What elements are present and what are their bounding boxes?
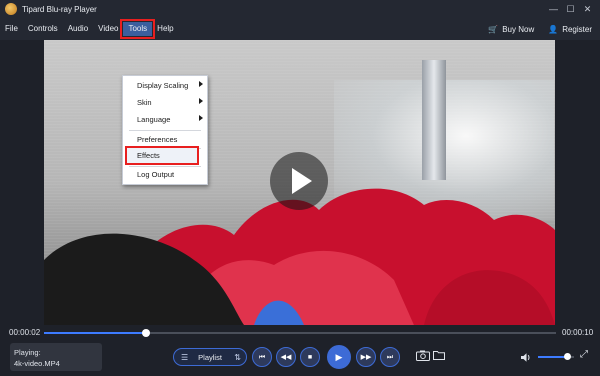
- menu-skin[interactable]: Skin: [123, 94, 207, 111]
- submenu-arrow-icon: [199, 81, 203, 87]
- menu-controls[interactable]: Controls: [23, 22, 63, 36]
- menu-preferences[interactable]: Preferences: [123, 131, 207, 148]
- submenu-arrow-icon: [199, 98, 203, 104]
- open-folder-icon[interactable]: [433, 350, 445, 360]
- center-play-icon: [292, 168, 312, 194]
- volume-slider-handle[interactable]: [564, 353, 572, 360]
- stop-icon: ■: [307, 353, 313, 361]
- user-icon: 👤: [548, 24, 559, 34]
- minimize-icon[interactable]: —: [545, 0, 562, 18]
- play-button[interactable]: ▶: [327, 345, 351, 369]
- buy-now-link[interactable]: 🛒 Buy Now: [488, 25, 534, 34]
- video-area[interactable]: Display Scaling Skin Language Preference…: [0, 40, 600, 325]
- boat-mast: [422, 60, 446, 180]
- register-link[interactable]: 👤 Register: [548, 25, 592, 34]
- account-menu: 🛒 Buy Now 👤 Register: [474, 18, 592, 40]
- seek-bar-row: 00:00:02 00:00:10: [0, 325, 600, 341]
- title-bar: Tipard Blu-ray Player — ☐ ✕: [0, 0, 600, 18]
- playlist-button[interactable]: ☰ Playlist ⇅: [173, 348, 247, 366]
- menu-skin-label: Skin: [137, 98, 152, 107]
- menu-display-scaling[interactable]: Display Scaling: [123, 77, 207, 94]
- now-playing-label: Playing:: [14, 348, 41, 357]
- sort-list-icon: ⇅: [234, 352, 241, 362]
- menu-language-label: Language: [137, 115, 171, 124]
- playlist-label: Playlist: [198, 352, 222, 362]
- stop-button[interactable]: ■: [300, 347, 320, 367]
- current-time: 00:00:02: [9, 328, 41, 337]
- control-bar: Playing: 4k-video.MP4 ☰ Playlist ⇅ ⏮ ◀◀ …: [0, 341, 600, 376]
- menu-file[interactable]: File: [0, 22, 23, 36]
- volume-slider[interactable]: [538, 353, 574, 360]
- register-label: Register: [562, 24, 592, 34]
- list-icon: ☰: [181, 352, 189, 362]
- menu-help[interactable]: Help: [152, 22, 178, 36]
- menu-effects-label: Effects: [137, 151, 160, 160]
- menu-tools[interactable]: Tools: [120, 19, 156, 39]
- cart-icon: 🛒: [488, 24, 499, 34]
- volume-icon[interactable]: [520, 350, 532, 368]
- next-button[interactable]: ⏭: [380, 347, 400, 367]
- now-playing-file: 4k-video.MP4: [14, 359, 60, 368]
- fullscreen-icon[interactable]: ⤢: [580, 349, 588, 360]
- menu-log-output-label: Log Output: [137, 170, 175, 179]
- menu-effects[interactable]: Effects: [125, 146, 199, 165]
- seek-bar-fill: [44, 332, 147, 334]
- menu-display-scaling-label: Display Scaling: [137, 81, 189, 90]
- snapshot-icon[interactable]: [416, 350, 430, 361]
- fast-forward-button[interactable]: ▶▶: [356, 347, 376, 367]
- previous-icon: ⏮: [258, 353, 266, 361]
- menu-audio[interactable]: Audio: [63, 22, 93, 36]
- menu-preferences-label: Preferences: [137, 135, 178, 144]
- previous-button[interactable]: ⏮: [252, 347, 272, 367]
- menu-language[interactable]: Language: [123, 111, 207, 128]
- play-icon: ▶: [335, 351, 343, 362]
- total-time: 00:00:10: [562, 328, 594, 337]
- menu-log-output[interactable]: Log Output: [123, 166, 207, 183]
- seek-bar[interactable]: [44, 329, 556, 337]
- rewind-button[interactable]: ◀◀: [276, 347, 296, 367]
- maximize-icon[interactable]: ☐: [562, 0, 579, 18]
- rewind-icon: ◀◀: [280, 353, 292, 361]
- app-title: Tipard Blu-ray Player: [22, 4, 97, 14]
- close-icon[interactable]: ✕: [579, 0, 596, 18]
- now-playing-box: Playing: 4k-video.MP4: [10, 343, 102, 371]
- submenu-arrow-icon: [199, 115, 203, 121]
- seek-bar-handle[interactable]: [142, 329, 151, 337]
- buy-now-label: Buy Now: [502, 24, 535, 34]
- next-icon: ⏭: [386, 353, 394, 361]
- fast-forward-icon: ▶▶: [360, 353, 372, 361]
- app-logo-icon: [5, 3, 17, 15]
- window-controls: — ☐ ✕: [545, 0, 596, 18]
- tools-dropdown-menu: Display Scaling Skin Language Preference…: [122, 75, 208, 185]
- video-frame[interactable]: [44, 40, 555, 325]
- menu-bar: File Controls Audio Video Tools Help 🛒 B…: [0, 18, 600, 40]
- menu-video[interactable]: Video: [93, 22, 123, 36]
